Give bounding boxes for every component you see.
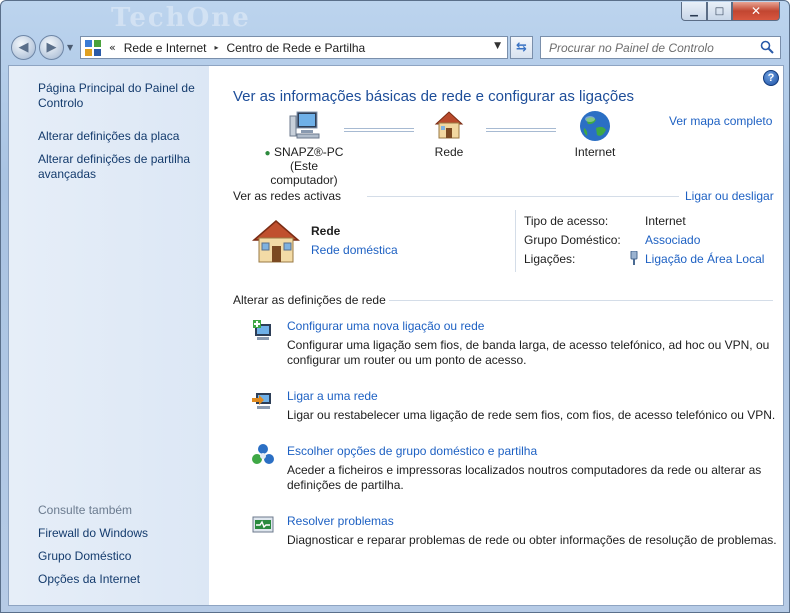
lan-connection-link[interactable]: Ligação de Área Local [645,252,764,266]
breadcrumb-centro-de-rede[interactable]: Centro de Rede e Partilha [226,41,365,55]
homegroup-icon [252,444,274,464]
computer-icon [289,111,320,139]
active-networks-heading: Ver as redes activas [233,189,342,203]
network-node[interactable]: Rede [424,110,474,159]
sidebar-item-adapter-settings[interactable]: Alterar definições da placa [38,129,203,144]
address-bar[interactable]: « Rede e Internet ▸ Centro de Rede e Par… [80,36,508,59]
connect-network-icon [252,393,271,409]
network-type-link[interactable]: Rede doméstica [311,243,398,257]
close-button[interactable]: ✕ [732,2,780,21]
view-full-map-link[interactable]: Ver mapa completo [669,114,772,128]
task-new-connection-link[interactable]: Configurar uma nova ligação ou rede [287,319,484,333]
title-bar[interactable]: TechOne ▁ □ ✕ [1,1,789,33]
homegroup-status-link[interactable]: Associado [645,233,700,247]
help-icon[interactable]: ? [763,70,779,86]
section-divider [389,300,773,301]
forward-arrow-icon: ▶ [46,40,57,55]
homegroup-small-icon: ● [264,148,271,159]
maximize-button[interactable]: □ [707,2,732,21]
see-also-heading: Consulte também [38,503,133,517]
internet-node-label: Internet [574,145,616,159]
network-node-label: Rede [434,145,464,159]
computer-subtitle: (Este computador) [270,159,338,187]
access-type-label: Tipo de acesso: [524,214,609,228]
globe-icon [580,111,610,141]
address-dropdown-icon[interactable]: ▼ [494,41,501,51]
search-box[interactable] [540,36,781,59]
refresh-icon: ⇆ [516,40,527,55]
back-arrow-icon: ◀ [18,40,29,55]
content-area: Página Principal do Painel de Controlo A… [8,65,784,606]
connections-label: Ligações: [524,252,576,266]
sidebar-item-firewall[interactable]: Firewall do Windows [38,526,203,541]
properties-divider [515,210,516,272]
connection-line [486,128,556,132]
homegroup-label: Grupo Doméstico: [524,233,621,247]
breadcrumb-overflow-chevron[interactable]: « [109,41,116,54]
connection-line [344,128,414,132]
internet-node[interactable]: Internet [565,110,625,159]
control-panel-icon [85,39,101,56]
section-divider [367,196,679,197]
access-type-value: Internet [645,214,686,228]
computer-name: SNAPZ®-PC [273,145,344,159]
home-network-icon[interactable] [251,218,301,264]
task-connect-network-description: Ligar ou restabelecer uma ligação de red… [287,408,776,422]
troubleshoot-icon [252,516,274,533]
sidebar-item-sharing-settings[interactable]: Alterar definições de partilha avançadas [38,152,203,182]
minimize-button[interactable]: ▁ [681,2,707,21]
computer-node[interactable]: ● SNAPZ®-PC (Este computador) [259,110,349,187]
refresh-button[interactable]: ⇆ [510,36,533,59]
search-icon[interactable] [760,40,774,54]
search-input[interactable] [549,40,749,55]
task-homegroup-description: Aceder a ficheiros e impressoras localiz… [287,463,762,492]
new-connection-icon [253,320,271,340]
change-settings-heading: Alterar as definições de rede [233,293,386,307]
lan-plug-icon [629,250,639,265]
breadcrumb-separator-icon[interactable]: ▸ [214,43,218,52]
connect-disconnect-link[interactable]: Ligar ou desligar [685,189,774,203]
task-homegroup-link[interactable]: Escolher opções de grupo doméstico e par… [287,444,537,458]
sidebar-item-homegroup[interactable]: Grupo Doméstico [38,549,203,564]
breadcrumb-rede-e-internet[interactable]: Rede e Internet [124,41,207,55]
task-new-connection-description: Configurar uma ligação sem fios, de band… [287,338,770,367]
recent-pages-dropdown[interactable]: ▼ [67,43,73,52]
back-button[interactable]: ◀ [11,35,36,60]
window-frame: TechOne ▁ □ ✕ ◀ ▶ ▼ « Rede e Internet ▸ … [0,0,790,613]
main-panel: ? Ver as informações básicas de rede e c… [209,66,783,605]
task-troubleshoot-description: Diagnosticar e reparar problemas de rede… [287,533,777,547]
navigation-bar: ◀ ▶ ▼ « Rede e Internet ▸ Centro de Rede… [1,31,789,65]
active-network-name: Rede [311,224,341,238]
watermark-logo: TechOne [111,3,251,33]
house-icon [434,111,464,139]
task-connect-network-link[interactable]: Ligar a uma rede [287,389,378,403]
forward-button[interactable]: ▶ [39,35,64,60]
sidebar-item-internet-options[interactable]: Opções da Internet [38,572,203,587]
page-title: Ver as informações básicas de rede e con… [233,88,635,105]
sidebar-item-control-panel-home[interactable]: Página Principal do Painel de Controlo [38,81,203,111]
task-troubleshoot-link[interactable]: Resolver problemas [287,514,394,528]
sidebar: Página Principal do Painel de Controlo A… [9,66,209,605]
